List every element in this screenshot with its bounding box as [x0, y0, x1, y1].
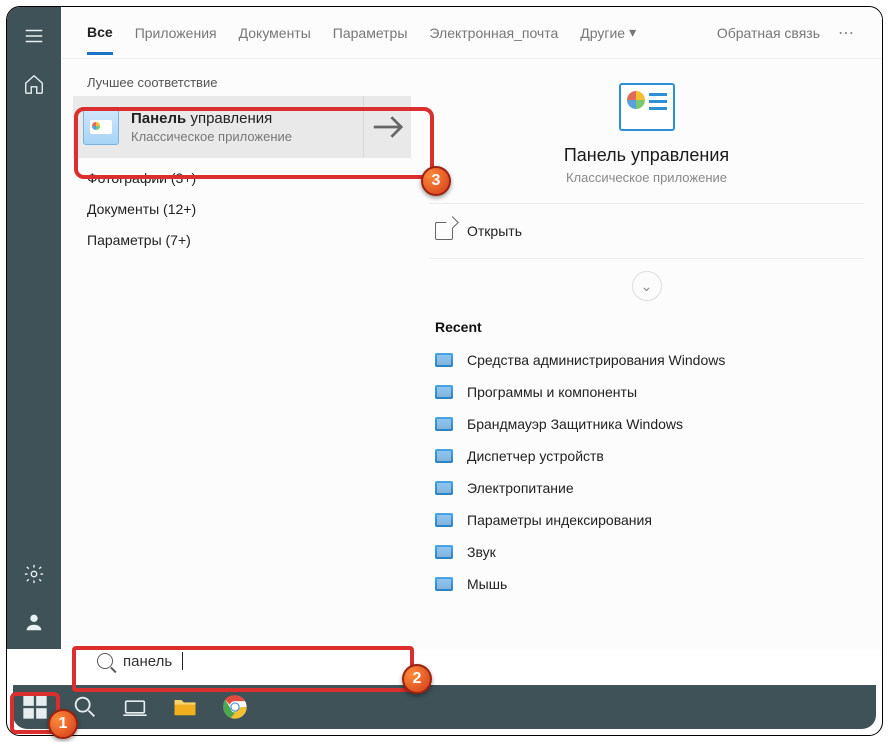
tab-documents[interactable]: Документы [239, 25, 311, 41]
left-rail [7, 7, 61, 649]
tab-parameters[interactable]: Параметры [333, 25, 408, 41]
recent-item[interactable]: Электропитание [429, 473, 864, 503]
search-input[interactable]: панель [83, 641, 403, 681]
control-panel-hero-icon [619, 83, 675, 131]
group-photos[interactable]: Фотографии (3+) [73, 158, 411, 189]
detail-subtitle: Классическое приложение [566, 170, 727, 185]
recent-item[interactable]: Параметры индексирования [429, 505, 864, 535]
search-value: панель [123, 653, 172, 670]
tab-more[interactable]: Другие ▾ [580, 24, 636, 41]
result-control-panel[interactable]: Панель управления Классическое приложени… [73, 96, 411, 158]
control-panel-mini-icon [435, 417, 453, 431]
tab-all[interactable]: Все [87, 24, 113, 55]
recent-item[interactable]: Звук [429, 537, 864, 567]
gear-icon[interactable] [23, 563, 45, 585]
recent-item[interactable]: Программы и компоненты [429, 377, 864, 407]
result-title: Панель управления [131, 110, 292, 127]
control-panel-mini-icon [435, 545, 453, 559]
hamburger-icon[interactable] [23, 25, 45, 47]
search-row: панель [67, 641, 876, 685]
group-parameters[interactable]: Параметры (7+) [73, 220, 411, 251]
control-panel-icon [83, 109, 119, 145]
filter-tabs: Все Приложения Документы Параметры Элект… [61, 7, 882, 59]
group-documents[interactable]: Документы (12+) [73, 189, 411, 220]
start-button[interactable] [21, 693, 49, 721]
person-icon[interactable] [23, 611, 45, 633]
tab-apps[interactable]: Приложения [135, 25, 217, 41]
recent-list: Средства администрирования Windows Прогр… [429, 345, 864, 599]
text-caret [182, 652, 183, 670]
recent-item[interactable]: Средства администрирования Windows [429, 345, 864, 375]
recent-item[interactable]: Диспетчер устройств [429, 441, 864, 471]
more-icon[interactable]: ⋯ [838, 23, 856, 43]
feedback-link[interactable]: Обратная связь [717, 25, 820, 41]
control-panel-mini-icon [435, 513, 453, 527]
detail-pane: Панель управления Классическое приложени… [411, 59, 882, 649]
control-panel-mini-icon [435, 385, 453, 399]
search-panel: Все Приложения Документы Параметры Элект… [61, 7, 882, 649]
chevron-down-icon: ▾ [629, 24, 636, 41]
taskbar [13, 685, 876, 729]
results-column: Лучшее соответствие Панель управления Кл… [61, 59, 411, 649]
recent-item[interactable]: Брандмауэр Защитника Windows [429, 409, 864, 439]
home-icon[interactable] [23, 73, 45, 95]
result-subtitle: Классическое приложение [131, 129, 292, 144]
control-panel-mini-icon [435, 449, 453, 463]
arrow-right-icon[interactable] [363, 96, 411, 158]
recent-item[interactable]: Мышь [429, 569, 864, 599]
open-icon [435, 222, 453, 240]
expand-button[interactable]: ⌄ [632, 271, 662, 301]
control-panel-mini-icon [435, 353, 453, 367]
chrome-icon[interactable] [221, 693, 249, 721]
detail-title: Панель управления [564, 145, 729, 166]
open-label: Открыть [467, 223, 522, 239]
tab-email[interactable]: Электронная_почта [429, 25, 558, 41]
file-explorer-icon[interactable] [171, 693, 199, 721]
control-panel-mini-icon [435, 577, 453, 591]
search-icon [97, 653, 113, 669]
recent-heading: Recent [429, 313, 864, 345]
annotation-badge: 2 [402, 664, 432, 694]
annotation-badge: 3 [421, 166, 451, 196]
task-view-icon[interactable] [121, 693, 149, 721]
control-panel-mini-icon [435, 481, 453, 495]
open-action[interactable]: Открыть [429, 204, 864, 259]
section-best-match: Лучшее соответствие [73, 69, 411, 96]
annotation-badge: 1 [48, 709, 78, 739]
